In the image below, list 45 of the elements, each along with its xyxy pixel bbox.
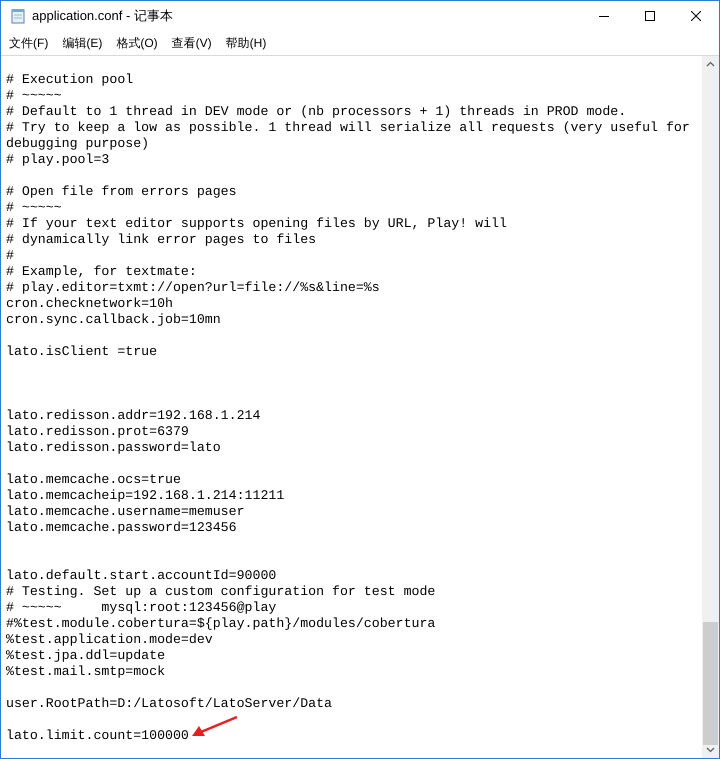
menu-item[interactable]: 查看(V) — [164, 31, 219, 55]
code-line: lato.isClient =true — [6, 344, 158, 360]
menu-item[interactable]: 编辑(E) — [55, 31, 110, 55]
code-line: lato.memcache.ocs=true — [6, 472, 181, 488]
code-line: cron.sync.callback.job=10mn — [6, 312, 221, 328]
code-line: # ~~~~~ — [6, 88, 62, 104]
code-line: lato.limit.count=100000 — [6, 728, 189, 744]
code-line: # dynamically link error pages to files — [6, 232, 316, 248]
code-line: # If your text editor supports opening files by URL, Play! will — [6, 216, 507, 232]
code-line: # Default to 1 thread in DEV mode or (nb processors + 1) threads in PROD mode. — [6, 104, 626, 120]
notepad-icon — [10, 8, 26, 24]
code-line: %test.jpa.ddl=update — [6, 648, 166, 664]
code-line: # play.pool=3 — [6, 152, 110, 168]
code-line: lato.memcache.password=123456 — [6, 520, 237, 536]
code-line: # — [6, 248, 14, 264]
code-line: # Execution pool — [6, 72, 134, 88]
code-line: # Testing. Set up a custom configuration for test mode — [6, 584, 436, 600]
code-line: # Try to keep a low as possible. 1 thread will serialize all requests (very useful for — [6, 120, 690, 136]
code-line: lato.default.start.accountId=90000 — [6, 568, 276, 584]
maximize-icon — [645, 11, 655, 21]
code-line: lato.memcache.username=memuser — [6, 504, 245, 520]
code-line: # Open file from errors pages — [6, 184, 237, 200]
code-line: #%test.module.cobertura=${play.path}/modules/cobertura — [6, 616, 436, 632]
scroll-up-icon[interactable] — [706, 61, 715, 67]
code-line: lato.redisson.password=lato — [6, 440, 221, 456]
code-line: debugging purpose) — [6, 136, 150, 152]
menu-item[interactable]: 格式(O) — [109, 31, 165, 55]
scroll-down-icon[interactable] — [706, 747, 715, 753]
close-icon — [691, 11, 701, 21]
code-line: # ~~~~~ — [6, 200, 62, 216]
code-line: %test.mail.smtp=mock — [6, 664, 166, 680]
code-line: cron.checknetwork=10h — [6, 296, 173, 312]
code-line: # ~~~~~ mysql:root:123456@play — [6, 600, 276, 616]
scrollbar-thumb[interactable] — [703, 622, 718, 745]
menu-item[interactable]: 文件(F) — [2, 31, 56, 55]
window-title: application.conf - 记事本 — [32, 7, 173, 26]
code-line: lato.redisson.prot=6379 — [6, 424, 189, 440]
code-line: %test.application.mode=dev — [6, 632, 213, 648]
code-line: lato.redisson.addr=192.168.1.214 — [6, 408, 260, 424]
scrollbar[interactable] — [702, 56, 719, 758]
code-line: lato.memcacheip=192.168.1.214:11211 — [6, 488, 284, 504]
menu-item[interactable]: 帮助(H) — [218, 31, 274, 55]
code-line: # Example, for textmate: — [6, 264, 197, 280]
code-line: user.RootPath=D:/Latosoft/LatoServer/Data — [6, 696, 332, 712]
code-line: # play.editor=txmt://open?url=file://%s&line=%s — [6, 280, 380, 296]
